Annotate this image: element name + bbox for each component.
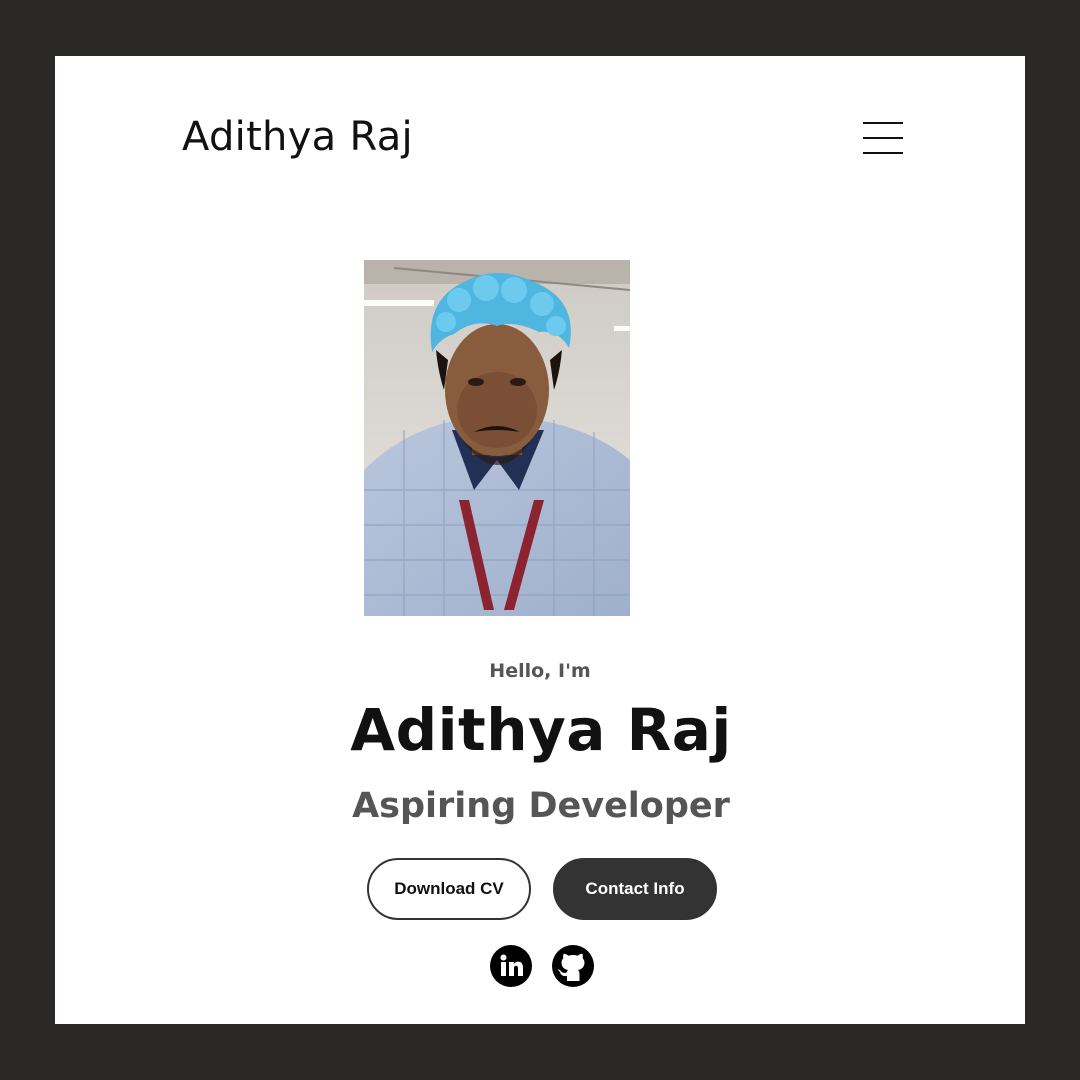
linkedin-icon[interactable] (490, 945, 532, 987)
hamburger-line (863, 122, 903, 124)
github-icon[interactable] (552, 945, 594, 987)
profile-photo (364, 260, 630, 616)
hamburger-line (863, 137, 903, 139)
site-brand[interactable]: Adithya Raj (182, 114, 413, 160)
greeting-text: Hello, I'm (489, 660, 591, 682)
download-cv-button[interactable]: Download CV (367, 858, 531, 920)
contact-info-button[interactable]: Contact Info (553, 858, 717, 920)
hamburger-line (863, 152, 903, 154)
hero-name: Adithya Raj (350, 696, 732, 764)
hero-role: Aspiring Developer (352, 786, 730, 826)
hamburger-menu-icon[interactable] (863, 122, 903, 156)
page-frame: Adithya Raj Hello, I'm Adithya Raj Aspir… (55, 56, 1025, 1024)
